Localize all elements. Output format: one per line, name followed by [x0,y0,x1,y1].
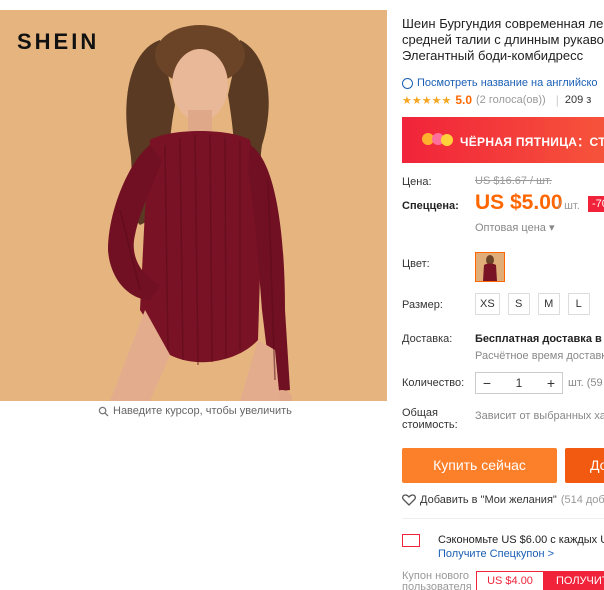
new-user-label-line: пользователя [402,581,472,590]
product-photo [108,25,292,401]
shipping-method[interactable]: Бесплатная доставка в R [475,333,604,345]
sale-price-label: Спеццена: [402,200,459,212]
product-title-line: Шеин Бургундия современная ле [402,16,604,31]
rating-votes-link[interactable]: (2 голоса(ов)) [476,94,546,106]
heart-icon [402,494,416,506]
wishlist-text[interactable]: Добавить в "Мои желания" [420,494,557,506]
product-title: Шеин Бургундия современная ле средней та… [402,16,604,64]
color-swatch-burgundy[interactable] [475,252,505,282]
translate-icon [402,77,413,89]
size-option[interactable]: L [567,293,590,315]
rating-row: ★★★★★ 5.0 (2 голоса(ов)) | 209 з [402,93,591,107]
shipping-estimate: Расчётное время доставки [475,350,604,362]
add-to-wishlist-link[interactable]: Добавить в "Мои желания" (514 доба [402,494,604,506]
brand-logo: SHEIN [17,29,100,54]
store-coupon-text: Сэкономьте US $6.00 с каждых US [438,534,604,546]
size-label: Размер: [402,299,443,311]
coupon-amount: US $4.00 [476,571,544,590]
zoom-hint: Наведите курсор, чтобы увеличить [98,405,292,417]
rating-separator: | [555,93,559,107]
divider [402,518,604,519]
translate-link[interactable]: Посмотреть название на английско [402,77,598,89]
size-selector: XS S M L [475,293,590,315]
total-label-line: стоимость: [402,419,458,431]
coupon-icon [402,534,420,547]
get-coupon-link[interactable]: Получите Спецкупон > [438,548,554,560]
discount-badge: -70 [588,196,604,212]
price-unit: / шт. [558,200,580,212]
product-info-panel: Шеин Бургундия современная ле средней та… [402,0,604,590]
quantity-increment-button[interactable]: + [540,375,562,391]
total-price-label: Общая стоимость: [402,407,458,431]
stock-count: шт. (59 [568,377,603,389]
size-option[interactable]: M [537,293,560,315]
add-to-cart-button[interactable]: До [565,448,604,483]
size-option[interactable]: XS [475,293,500,315]
balloons-icon [422,133,453,147]
quantity-stepper: − 1 + [475,372,563,394]
get-coupon-button[interactable]: ПОЛУЧИТ [544,571,604,590]
sale-price: US $5.00 [475,191,563,214]
orders-count: 209 з [564,94,592,106]
wishlist-count: (514 доба [560,494,604,506]
quantity-input[interactable]: 1 [499,376,539,390]
buy-now-button[interactable]: Купить сейчас [402,448,557,483]
black-friday-banner[interactable]: ЧЁРНАЯ ПЯТНИЦА：СТ [402,117,604,163]
shipping-label: Доставка: [402,333,453,345]
quantity-label: Количество: [402,377,465,389]
swatch-thumbnail [483,255,497,281]
new-user-coupon-label: Купон нового пользователя [402,571,472,590]
product-title-line: Элегантный боди-комбидресс [402,48,584,63]
color-label: Цвет: [402,258,430,270]
translate-link-text[interactable]: Посмотреть название на английско [417,77,598,89]
original-price: US $16.67 / шт. [475,175,552,187]
star-rating-icon: ★★★★★ [402,94,452,107]
zoom-hint-text: Наведите курсор, чтобы увеличить [113,405,292,417]
product-main-image[interactable]: SHEIN [0,10,387,401]
quantity-decrement-button[interactable]: − [476,375,498,391]
rating-score: 5.0 [455,93,472,107]
price-label: Цена: [402,176,432,188]
banner-text: ЧЁРНАЯ ПЯТНИЦА：СТ [460,135,604,149]
product-title-line: средней талии с длинным рукаво [402,32,604,47]
total-label-line: Общая [402,407,438,419]
total-price-value: Зависит от выбранных хар [475,410,604,422]
size-option[interactable]: S [507,293,530,315]
wholesale-price-toggle[interactable]: Оптовая цена ▾ [475,221,554,234]
magnifier-icon [98,406,109,417]
